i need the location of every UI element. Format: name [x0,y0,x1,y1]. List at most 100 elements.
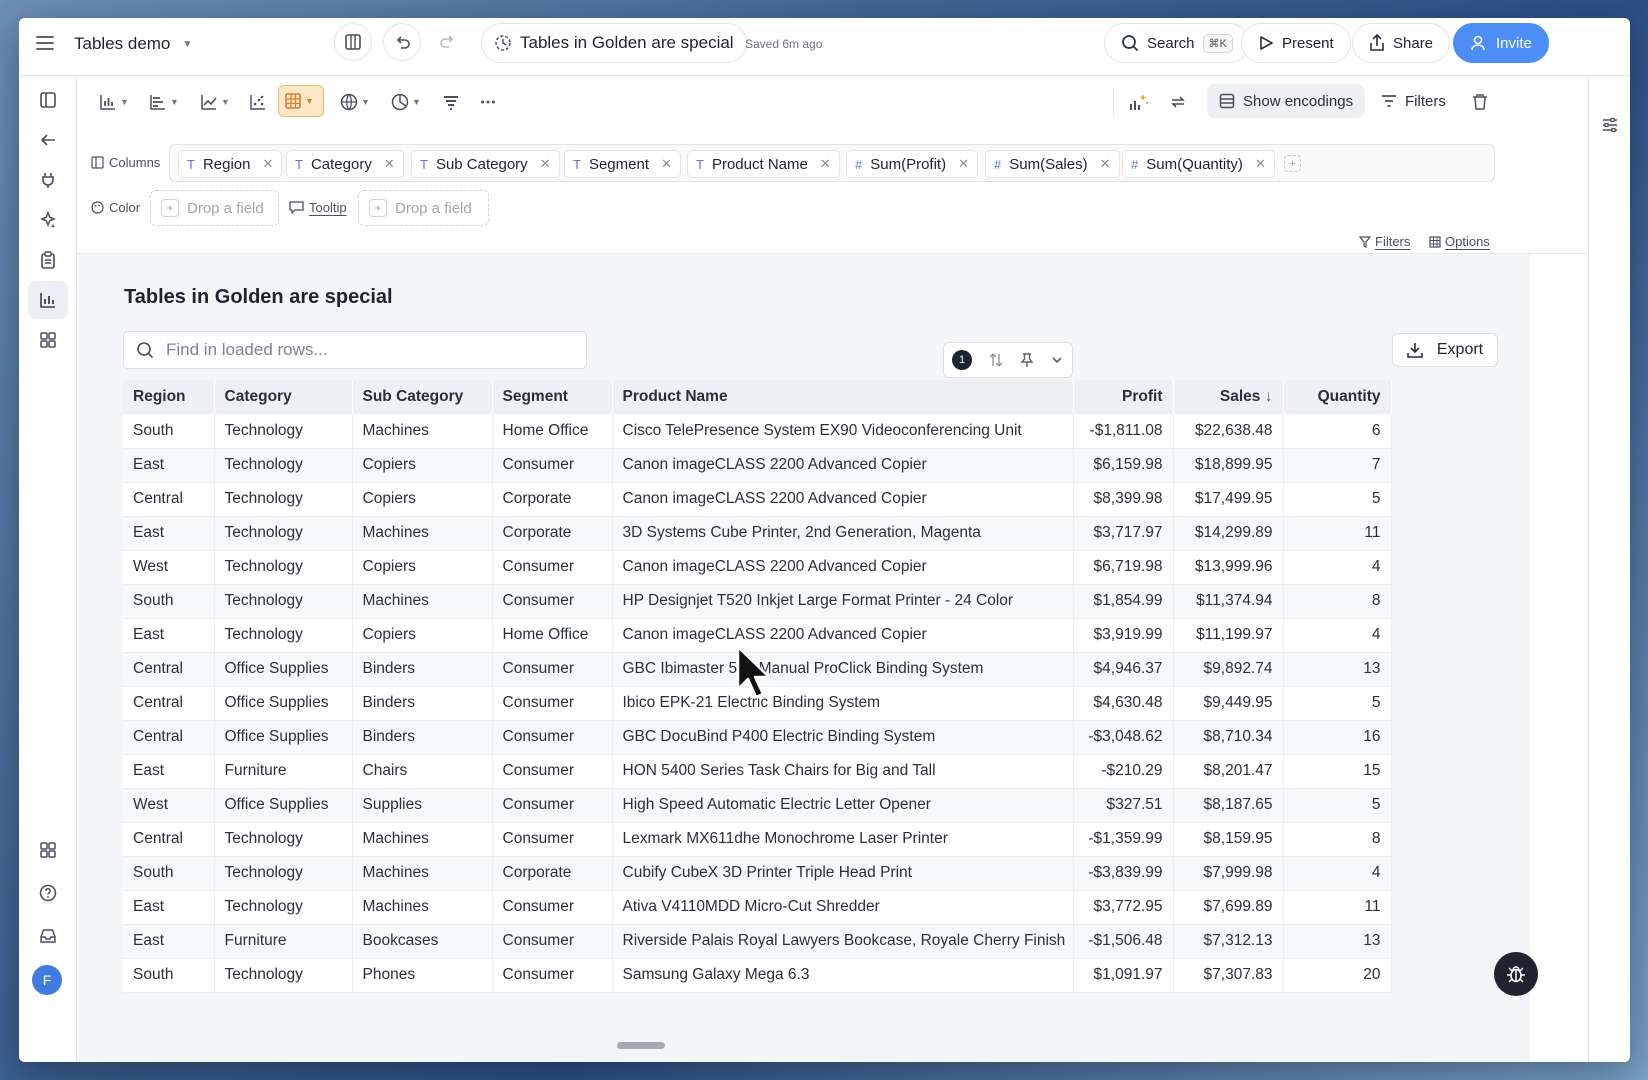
add-column-icon[interactable]: + [1284,155,1301,172]
table-cell[interactable]: Cubify CubeX 3D Printer Triple Head Prin… [612,856,1074,891]
table-cell[interactable]: East [123,618,215,653]
table-cell[interactable]: $1,091.97 [1073,958,1174,993]
table-cell[interactable]: HON 5400 Series Task Chairs for Big and … [612,754,1074,789]
table-row[interactable]: East Furniture Bookcases Consumer Riverside … [123,924,1392,959]
table-cell[interactable]: Consumer [492,924,613,959]
invite-button[interactable]: Invite [1453,23,1549,63]
sort-arrows-icon[interactable] [988,352,1004,368]
table-cell[interactable]: HP Designjet T520 Inkjet Large Format Pr… [612,584,1074,619]
table-cell[interactable]: South [123,958,215,993]
table-row[interactable]: Central Technology Machines Consumer Lexmark… [123,822,1392,857]
workspace-title-dropdown[interactable]: Tables demo ▼ [74,34,192,54]
table-cell[interactable]: East [123,754,215,789]
back-arrow-icon[interactable] [28,121,68,159]
scatter-chart-tool[interactable] [244,86,272,118]
table-cell[interactable]: GBC DocuBind P400 Electric Binding Syste… [612,720,1074,755]
sidebar-toggle-icon[interactable] [28,81,68,119]
table-cell[interactable]: Riverside Palais Royal Lawyers Bookcase,… [612,924,1074,959]
remove-icon[interactable]: ✕ [263,156,274,172]
table-cell[interactable]: West [123,550,215,585]
table-row[interactable]: East Furniture Chairs Consumer HON 5400 Seri… [123,754,1392,789]
table-cell[interactable]: $11,374.94 [1173,584,1284,619]
table-cell[interactable]: $7,699.89 [1173,890,1284,925]
table-cell[interactable]: $7,307.83 [1173,958,1284,993]
undo-button[interactable] [383,23,421,61]
table-cell[interactable]: $8,187.65 [1173,788,1284,823]
table-cell[interactable]: $17,499.95 [1173,482,1284,517]
table-cell[interactable]: Consumer [492,686,613,721]
column-chip-sum-profit[interactable]: # Sum(Profit) ✕ [846,150,978,178]
table-cell[interactable]: East [123,890,215,925]
horizontal-bar-tool[interactable]: ▼ [144,86,184,118]
table-cell[interactable]: Machines [352,856,493,891]
table-cell[interactable]: Phones [352,958,493,993]
table-cell[interactable]: Consumer [492,720,613,755]
table-cell[interactable]: Lexmark MX611dhe Monochrome Laser Printe… [612,822,1074,857]
columns-drop-zone[interactable]: T Region ✕ T Category ✕ T Sub Category ✕ T Segm… [169,144,1495,182]
table-cell[interactable]: Technology [214,516,353,551]
table-cell[interactable]: Consumer [492,754,613,789]
table-cell[interactable]: Office Supplies [214,652,353,687]
table-cell[interactable]: Canon imageCLASS 2200 Advanced Copier [612,448,1074,483]
table-cell[interactable]: $22,638.48 [1173,414,1284,449]
remove-icon[interactable]: ✕ [1100,156,1111,172]
table-cell[interactable]: South [123,414,215,449]
pie-chart-tool[interactable]: ▼ [386,86,426,118]
table-cell[interactable]: $3,717.97 [1073,516,1174,551]
avatar[interactable]: F [32,965,62,995]
table-row[interactable]: South Technology Machines Consumer HP Design… [123,584,1392,619]
table-cell[interactable]: $8,399.98 [1073,482,1174,517]
table-cell[interactable]: Consumer [492,448,613,483]
table-cell[interactable]: Consumer [492,958,613,993]
column-chip-sum-quantity[interactable]: # Sum(Quantity) ✕ [1122,150,1275,178]
line-chart-tool[interactable]: ▼ [195,86,235,118]
table-cell[interactable]: Central [123,720,215,755]
table-cell[interactable]: Technology [214,584,353,619]
table-cell[interactable]: $9,449.95 [1173,686,1284,721]
table-cell[interactable]: Canon imageCLASS 2200 Advanced Copier [612,550,1074,585]
table-cell[interactable]: Bookcases [352,924,493,959]
delete-chart-button[interactable] [1467,86,1493,118]
table-cell[interactable]: Technology [214,550,353,585]
table-cell[interactable]: 7 [1283,448,1392,483]
map-chart-tool[interactable]: ▼ [335,86,375,118]
table-cell[interactable]: East [123,516,215,551]
export-button[interactable]: Export [1392,333,1498,367]
table-cell[interactable]: $3,772.95 [1073,890,1174,925]
table-cell[interactable]: Office Supplies [214,686,353,721]
table-cell[interactable]: Ativa V4110MDD Micro-Cut Shredder [612,890,1074,925]
table-cell[interactable]: $11,199.97 [1173,618,1284,653]
table-cell[interactable]: 6 [1283,414,1392,449]
remove-icon[interactable]: ✕ [1255,156,1266,172]
table-cell[interactable]: Ibico EPK-21 Electric Binding System [612,686,1074,721]
table-cell[interactable]: $14,299.89 [1173,516,1284,551]
table-cell[interactable]: Corporate [492,516,613,551]
help-icon[interactable] [28,874,68,912]
table-cell[interactable]: Office Supplies [214,720,353,755]
table-cell[interactable]: Technology [214,414,353,449]
table-cell[interactable]: Machines [352,414,493,449]
encoding-filters-link[interactable]: Filters [1359,234,1410,249]
table-cell[interactable]: East [123,924,215,959]
table-cell[interactable]: Consumer [492,788,613,823]
table-cell[interactable]: 11 [1283,890,1392,925]
sparkle-icon[interactable] [28,201,68,239]
settings-sliders-icon[interactable] [1601,116,1619,139]
table-cell[interactable]: 5 [1283,788,1392,823]
table-cell[interactable]: Home Office [492,618,613,653]
table-cell[interactable]: Technology [214,482,353,517]
table-row[interactable]: West Technology Copiers Consumer Canon image… [123,550,1392,585]
table-cell[interactable]: High Speed Automatic Electric Letter Ope… [612,788,1074,823]
table-cell[interactable]: $7,312.13 [1173,924,1284,959]
table-cell[interactable]: Consumer [492,584,613,619]
table-cell[interactable]: Machines [352,584,493,619]
table-tool[interactable]: ▼ [278,85,324,117]
table-cell[interactable]: -$1,506.48 [1073,924,1174,959]
column-header-category[interactable]: Category [214,380,353,414]
inbox-icon[interactable] [28,917,68,955]
table-cell[interactable]: Central [123,652,215,687]
column-header-product-name[interactable]: Product Name [612,380,1074,414]
table-cell[interactable]: 8 [1283,584,1392,619]
table-row[interactable]: East Technology Copiers Consumer Canon image… [123,448,1392,483]
table-row[interactable]: Central Technology Copiers Corporate Canon i… [123,482,1392,517]
